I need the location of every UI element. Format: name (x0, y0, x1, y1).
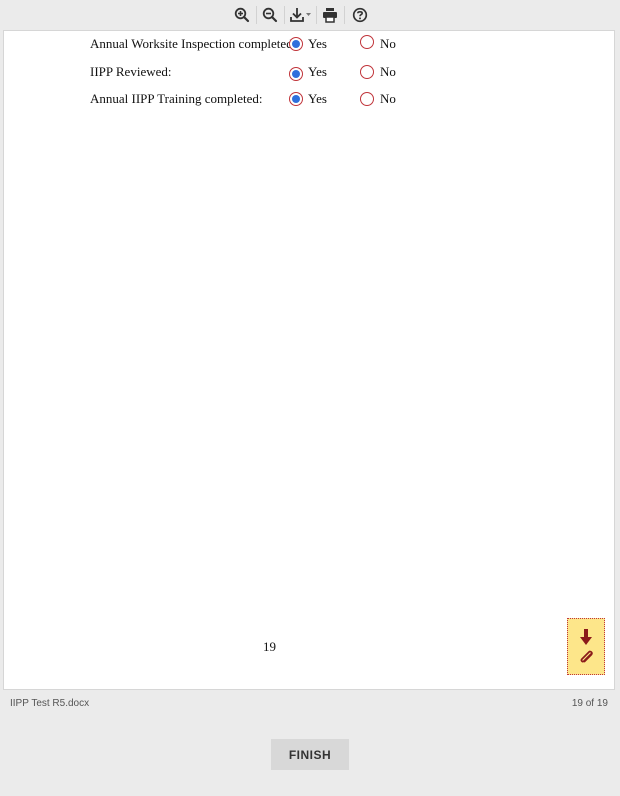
paperclip-icon (580, 650, 593, 663)
page-count: 19 of 19 (571, 698, 608, 709)
field-label: Annual Worksite Inspection completed: (90, 36, 297, 51)
radio-yes-label: Yes (308, 64, 327, 79)
attachment-button[interactable] (567, 618, 605, 675)
radio-no[interactable] (360, 35, 374, 49)
radio-no[interactable] (360, 65, 374, 79)
field-row: Annual IIPP Training completed: Yes No (90, 90, 450, 108)
zoom-in-icon (234, 7, 250, 23)
print-icon (323, 8, 337, 23)
radio-yes[interactable] (289, 92, 303, 106)
field-label: Annual IIPP Training completed: (90, 91, 263, 106)
radio-no[interactable] (360, 92, 374, 106)
toolbar-divider (344, 6, 345, 24)
toolbar-divider (316, 6, 317, 24)
viewer-toolbar (0, 0, 620, 30)
radio-no-label: No (380, 91, 396, 106)
radio-no-label: No (380, 36, 396, 51)
help-button[interactable] (350, 4, 370, 26)
download-icon (290, 8, 311, 22)
radio-yes-label: Yes (308, 36, 327, 51)
toolbar-divider (256, 6, 257, 24)
field-row: IIPP Reviewed: Yes No (90, 63, 450, 81)
radio-yes-label: Yes (308, 91, 327, 106)
radio-yes[interactable] (289, 67, 303, 81)
toolbar-divider (284, 6, 285, 24)
help-icon (352, 7, 368, 23)
document-filename: IIPP Test R5.docx (10, 698, 90, 709)
print-button[interactable] (320, 4, 340, 26)
field-label: IIPP Reviewed: (90, 64, 172, 79)
zoom-in-button[interactable] (232, 4, 252, 26)
zoom-out-icon (262, 7, 278, 23)
download-arrow-icon (580, 629, 592, 645)
field-row: Annual Worksite Inspection completed: Ye… (90, 35, 450, 53)
radio-no-label: No (380, 64, 396, 79)
finish-button[interactable]: FINISH (271, 739, 349, 770)
zoom-out-button[interactable] (260, 4, 280, 26)
document-page: Annual Worksite Inspection completed: Ye… (3, 30, 615, 690)
download-button[interactable] (288, 4, 314, 26)
page-number: 19 (263, 639, 276, 654)
radio-yes[interactable] (289, 37, 303, 51)
